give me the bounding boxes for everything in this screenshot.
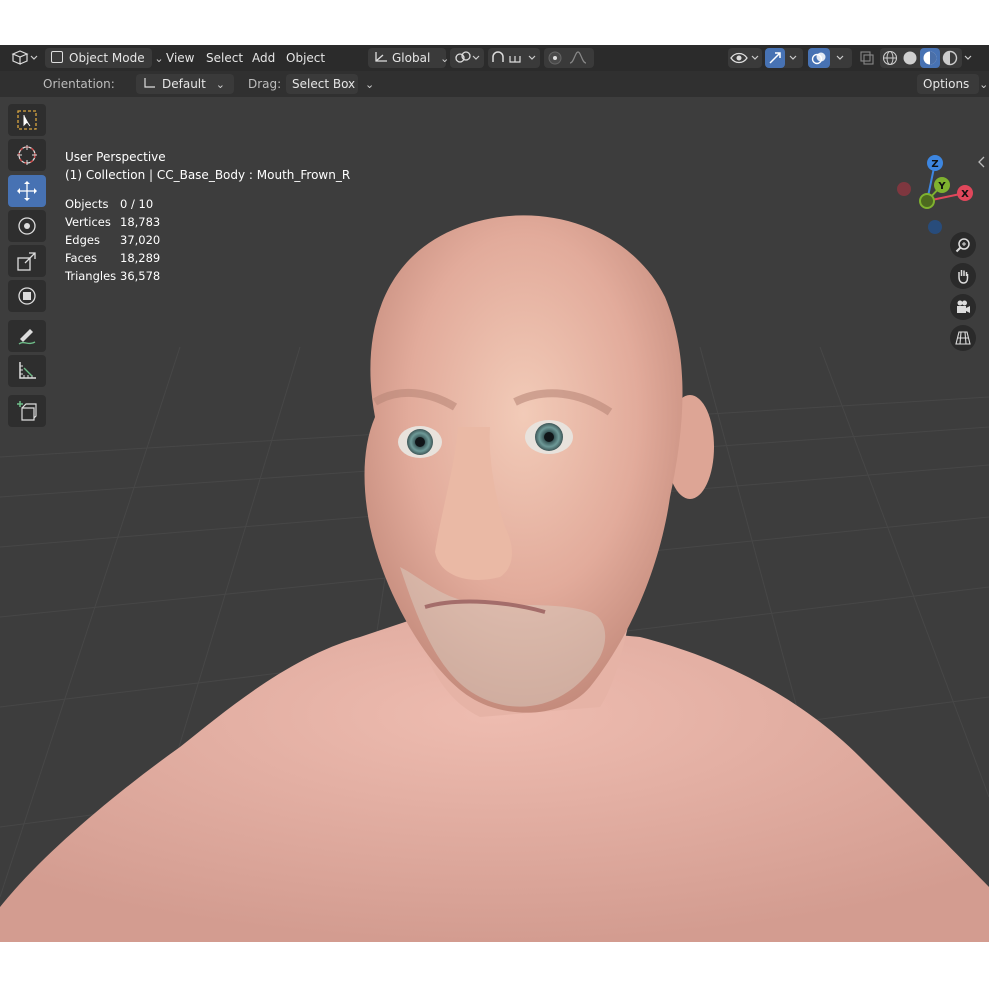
3d-viewport[interactable]: User Perspective (1) Collection | CC_Bas… xyxy=(0,97,989,942)
stat-label-edges: Edges xyxy=(65,233,100,247)
snap-icon xyxy=(492,51,536,63)
chevron-down-icon[interactable] xyxy=(834,48,850,68)
annotate-icon xyxy=(18,329,36,345)
navigation-gizmo[interactable]: Z X Y xyxy=(895,153,977,235)
camera-icon xyxy=(957,300,970,313)
mode-selector[interactable]: Object Mode xyxy=(45,48,152,68)
grid-perspective-icon xyxy=(955,331,971,345)
wireframe-shading-icon[interactable] xyxy=(880,48,900,68)
active-object-path: (1) Collection | CC_Base_Body : Mouth_Fr… xyxy=(65,168,351,182)
transform-orientation-selector[interactable]: Global xyxy=(368,48,446,68)
tool-select-box[interactable] xyxy=(8,104,46,136)
measure-icon xyxy=(19,362,36,379)
rotate-icon xyxy=(18,217,36,235)
gizmo-neg-z-icon[interactable] xyxy=(928,220,942,234)
options-dropdown[interactable]: Options xyxy=(917,74,979,94)
orientation-axes-icon xyxy=(144,78,155,88)
tool-scale[interactable] xyxy=(8,245,46,277)
gizmo-x-label: X xyxy=(961,189,969,200)
editor-type-button[interactable] xyxy=(8,48,38,68)
drag-dropdown[interactable]: Select Box xyxy=(286,74,358,94)
orientation-label: Global xyxy=(392,51,431,65)
add-cube-icon xyxy=(17,401,37,421)
stat-label-vertices: Vertices xyxy=(65,215,111,229)
rendered-shading-icon[interactable] xyxy=(940,48,960,68)
cursor-icon xyxy=(17,145,37,165)
blender-window: Object Mode View Select Add Object Globa… xyxy=(0,45,989,942)
camera-view-button[interactable] xyxy=(950,294,976,320)
tool-measure[interactable] xyxy=(8,355,46,387)
tool-rotate[interactable] xyxy=(8,210,46,242)
stat-value-objects: 0 / 10 xyxy=(120,197,154,211)
object-mode-icon xyxy=(51,51,63,63)
gizmo-toggle-group[interactable] xyxy=(765,48,803,68)
eye-icon xyxy=(730,52,759,64)
gizmo-y-label: Y xyxy=(937,181,946,192)
pan-hand-icon xyxy=(958,270,969,284)
menu-object[interactable]: Object xyxy=(282,48,329,68)
drag-field-label: Drag: xyxy=(248,77,282,91)
3d-viewport-icon xyxy=(11,50,38,65)
chevron-down-icon[interactable] xyxy=(787,48,803,68)
tool-annotate[interactable] xyxy=(8,320,46,352)
stat-label-triangles: Triangles xyxy=(65,269,117,283)
stat-value-edges: 37,020 xyxy=(120,233,161,247)
orientation-value: Default xyxy=(162,77,206,91)
pivot-point-selector[interactable] xyxy=(450,48,484,68)
xray-toggle-icon[interactable] xyxy=(857,48,877,68)
proportional-editing-group[interactable] xyxy=(544,48,594,68)
snap-group[interactable] xyxy=(488,48,540,68)
view-name: User Perspective xyxy=(65,150,166,164)
stat-value-faces: 18,289 xyxy=(120,251,161,265)
stat-label-faces: Faces xyxy=(65,251,97,265)
gizmo-neg-x-icon[interactable] xyxy=(897,182,911,196)
tool-move[interactable] xyxy=(8,175,46,207)
move-icon xyxy=(17,181,37,201)
options-label: Options xyxy=(923,77,970,91)
proportional-edit-icon xyxy=(548,51,587,65)
shading-mode-group[interactable] xyxy=(880,48,962,68)
zoom-icon xyxy=(955,238,970,253)
orientation-field-label: Orientation: xyxy=(43,77,115,91)
chevron-down-icon[interactable] xyxy=(962,48,978,68)
gizmo-z-label: Z xyxy=(931,159,938,170)
overlays-toggle-group[interactable] xyxy=(808,48,852,68)
perspective-toggle-button[interactable] xyxy=(950,325,976,351)
orientation-axes-icon xyxy=(375,52,387,62)
scale-icon xyxy=(17,252,36,271)
tool-transform[interactable] xyxy=(8,280,46,312)
zoom-button[interactable] xyxy=(950,232,976,258)
mode-label: Object Mode xyxy=(69,51,145,65)
material-preview-shading-icon[interactable] xyxy=(920,48,940,68)
menu-add[interactable]: Add xyxy=(248,48,279,68)
menu-view[interactable]: View xyxy=(162,48,198,68)
stat-value-vertices: 18,783 xyxy=(120,215,161,229)
pivot-icon xyxy=(455,51,480,63)
gizmo-neg-y-icon[interactable] xyxy=(919,193,935,209)
stat-value-triangles: 36,578 xyxy=(120,269,161,283)
drag-value: Select Box xyxy=(292,77,356,91)
tool-settings-bar: Orientation: Default Drag: Select Box Op… xyxy=(0,71,989,97)
visibility-selector[interactable] xyxy=(728,48,762,68)
stat-label-objects: Objects xyxy=(65,197,109,211)
orientation-dropdown[interactable]: Default xyxy=(136,74,234,94)
select-box-icon xyxy=(17,110,37,130)
solid-shading-icon[interactable] xyxy=(900,48,920,68)
gizmo-toggle-icon[interactable] xyxy=(765,48,785,68)
sidebar-toggle-icon[interactable] xyxy=(976,155,986,169)
tool-cursor[interactable] xyxy=(8,139,46,171)
viewport-header: Object Mode View Select Add Object Globa… xyxy=(0,45,989,71)
menu-select[interactable]: Select xyxy=(202,48,247,68)
tool-add-cube[interactable] xyxy=(8,395,46,427)
transform-icon xyxy=(18,287,36,305)
overlays-icon[interactable] xyxy=(808,48,830,68)
pan-button[interactable] xyxy=(950,263,976,289)
